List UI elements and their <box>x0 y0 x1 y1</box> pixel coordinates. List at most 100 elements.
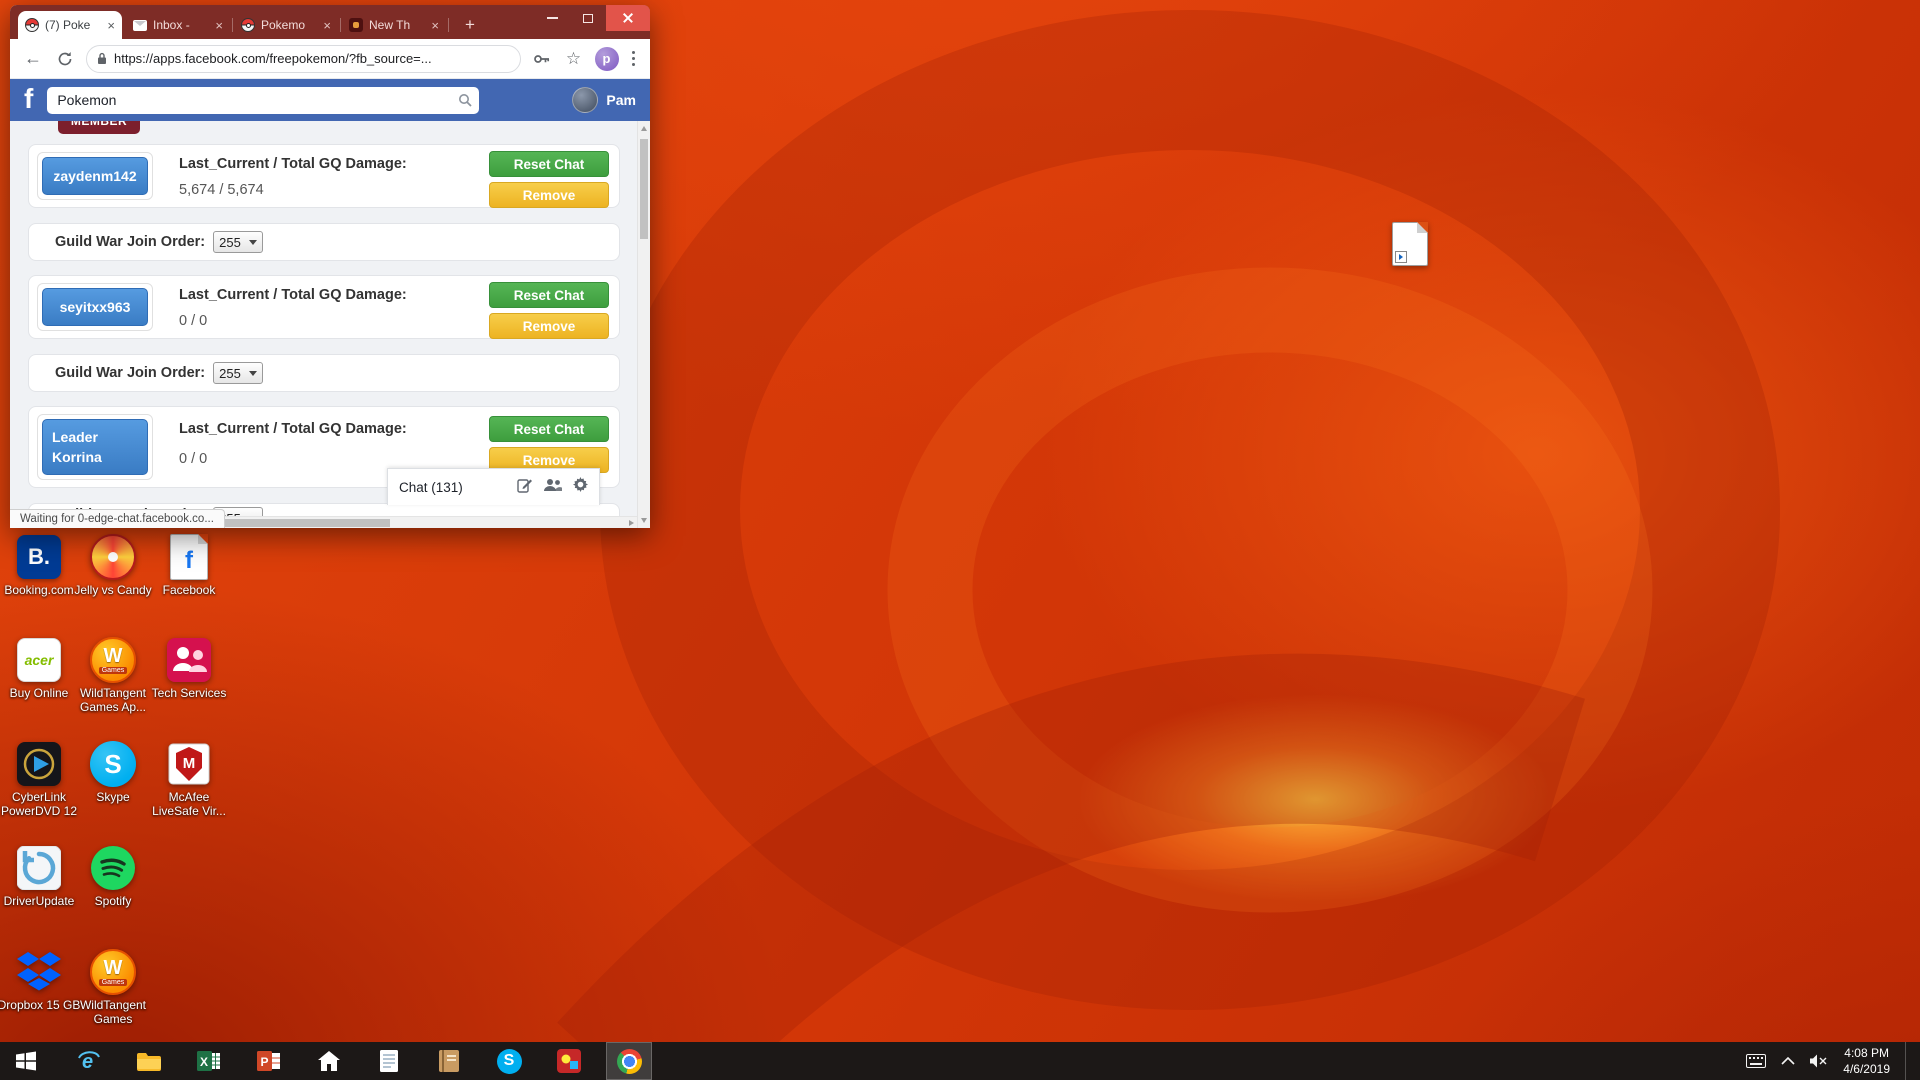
wildtangent-icon: WGames <box>90 637 136 683</box>
reset-chat-button[interactable]: Reset Chat <box>489 416 609 442</box>
maximize-button[interactable] <box>570 5 606 31</box>
guild-war-order-select[interactable]: 255 <box>213 231 263 253</box>
member-name-button[interactable]: Leader Korrina <box>42 419 148 475</box>
lock-icon <box>97 52 107 65</box>
guild-war-order-value: 255 <box>219 235 241 250</box>
damage-value: 5,674 / 5,674 <box>179 182 264 198</box>
excel-icon: X <box>197 1049 221 1073</box>
remove-button[interactable]: Remove <box>489 313 609 339</box>
window-controls <box>534 5 650 31</box>
spotify-icon <box>89 844 137 892</box>
volume-icon[interactable] <box>1810 1054 1828 1068</box>
facebook-user-menu[interactable]: Pam <box>572 87 636 113</box>
reset-chat-button[interactable]: Reset Chat <box>489 282 609 308</box>
key-icon[interactable] <box>531 48 553 70</box>
remove-button[interactable]: Remove <box>489 182 609 208</box>
tab-close-icon[interactable]: × <box>431 19 439 32</box>
desktop-icon-label: Buy Online <box>10 687 69 701</box>
member-name-button[interactable]: seyitxx963 <box>42 288 148 326</box>
reset-chat-button[interactable]: Reset Chat <box>489 151 609 177</box>
booking-icon: B. <box>17 535 61 579</box>
desktop-icon-wildtangent-games[interactable]: WGames WildTangent Games <box>68 948 158 1027</box>
taskbar-clock[interactable]: 4:08 PM 4/6/2019 <box>1843 1045 1890 1077</box>
contacts-icon[interactable] <box>544 478 562 497</box>
close-icon <box>622 12 634 24</box>
show-desktop-strip[interactable] <box>1905 1042 1914 1080</box>
tab-title: New Th <box>369 18 425 32</box>
tab-close-icon[interactable]: × <box>215 19 223 32</box>
game-icon <box>557 1049 581 1073</box>
scroll-down-icon[interactable] <box>641 518 647 523</box>
member-name-button[interactable]: zaydenm142 <box>42 157 148 195</box>
desktop-icon-spotify[interactable]: Spotify <box>68 844 158 909</box>
taskbar-skype[interactable]: S <box>486 1042 532 1080</box>
booking-glyph: B. <box>28 544 50 570</box>
bookmark-star-icon[interactable]: ☆ <box>563 48 585 70</box>
desktop-icon-tech-services[interactable]: Tech Services <box>144 636 234 701</box>
start-button[interactable] <box>0 1042 52 1080</box>
member-button-partial[interactable]: MEMBER <box>58 121 140 134</box>
refresh-button[interactable] <box>54 48 76 70</box>
touch-keyboard-icon[interactable] <box>1746 1054 1766 1068</box>
member-name: seyitxx963 <box>60 297 131 317</box>
taskbar-journal[interactable] <box>426 1042 472 1080</box>
damage-label: Last_Current / Total GQ Damage: <box>179 156 407 172</box>
search-icon[interactable] <box>458 93 472 112</box>
damage-label: Last_Current / Total GQ Damage: <box>179 421 407 437</box>
guild-war-order-select[interactable]: 255 <box>213 362 263 384</box>
horizontal-scroll-thumb[interactable] <box>224 519 390 527</box>
tab-pokemon-active[interactable]: (7) Poke × <box>18 11 122 39</box>
skype-glyph: S <box>104 749 121 780</box>
desktop-icon-mcafee[interactable]: M McAfee LiveSafe Vir... <box>144 740 234 819</box>
tab-inbox[interactable]: Inbox - × <box>126 11 230 39</box>
member-name: zaydenm142 <box>53 166 136 186</box>
tab-close-icon[interactable]: × <box>323 19 331 32</box>
scroll-up-icon[interactable] <box>641 126 647 131</box>
desktop-icon-label: WildTangent Games <box>69 999 157 1027</box>
browser-toolbar: ← https://apps.facebook.com/freepokemon/… <box>10 39 650 79</box>
guild-war-label: Guild War Join Order: <box>55 365 205 381</box>
address-bar[interactable]: https://apps.facebook.com/freepokemon/?f… <box>86 45 521 73</box>
minimize-button[interactable] <box>534 5 570 31</box>
tab-new-thread[interactable]: New Th × <box>342 11 446 39</box>
guild-war-row: Guild War Join Order: 255 <box>28 354 620 392</box>
facebook-chat-bar[interactable]: Chat (131) <box>387 468 600 505</box>
back-button[interactable]: ← <box>22 48 44 70</box>
scroll-right-icon[interactable] <box>629 520 634 526</box>
guild-war-label: Guild War Join Order: <box>55 234 205 250</box>
vertical-scroll-thumb[interactable] <box>640 139 648 239</box>
facebook-document-icon: f <box>170 534 208 580</box>
facebook-search[interactable] <box>47 87 479 114</box>
tab-pokemon2[interactable]: Pokemo × <box>234 11 338 39</box>
tab-separator <box>448 18 449 32</box>
tab-title: (7) Poke <box>45 18 101 32</box>
search-input[interactable] <box>47 87 479 114</box>
wildtangent-glyph: W <box>104 646 123 666</box>
taskbar-file-explorer[interactable] <box>126 1042 172 1080</box>
vertical-scrollbar[interactable] <box>637 121 650 528</box>
taskbar-notepad[interactable] <box>366 1042 412 1080</box>
taskbar-home[interactable] <box>306 1042 352 1080</box>
taskbar-game[interactable] <box>546 1042 592 1080</box>
tab-close-icon[interactable]: × <box>107 19 115 32</box>
desktop-icon-label: Jelly vs Candy <box>74 584 151 598</box>
close-button[interactable] <box>606 5 650 31</box>
taskbar-chrome-active[interactable] <box>606 1042 652 1080</box>
browser-profile-avatar[interactable]: p <box>595 47 619 71</box>
taskbar-internet-explorer[interactable]: e <box>66 1042 112 1080</box>
minimize-icon <box>547 17 558 19</box>
show-hidden-icons-button[interactable] <box>1781 1057 1795 1065</box>
card-actions: Reset Chat Remove <box>489 151 609 208</box>
gear-icon[interactable] <box>573 477 588 497</box>
desktop-file-shortcut-icon[interactable] <box>1392 222 1428 266</box>
new-tab-button[interactable]: + <box>460 15 480 35</box>
tab-title: Inbox - <box>153 18 209 32</box>
browser-menu-icon[interactable] <box>629 48 639 70</box>
compose-icon[interactable] <box>517 477 533 498</box>
taskbar-excel[interactable]: X <box>186 1042 232 1080</box>
guild-war-row: Guild War Join Order: 255 <box>28 223 620 261</box>
desktop-icon-facebook[interactable]: f Facebook <box>144 533 234 598</box>
taskbar-powerpoint[interactable]: P <box>246 1042 292 1080</box>
facebook-logo[interactable]: f <box>24 85 33 113</box>
mcafee-glyph: M <box>183 755 196 772</box>
